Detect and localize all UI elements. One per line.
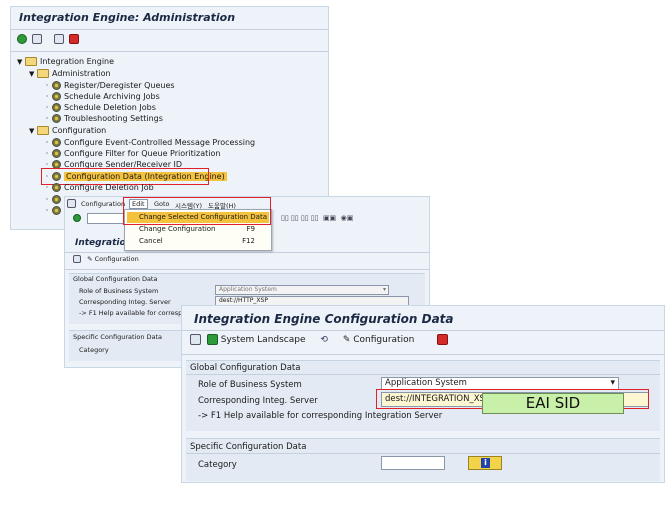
tree-item[interactable]: · Schedule Deletion Jobs [45, 102, 156, 113]
tree-item-label: Integration Engine [40, 57, 115, 66]
middle-help-text: -> F1 Help available for correspondi [79, 309, 197, 317]
tree-item[interactable]: · Schedule Archiving Jobs [45, 91, 160, 102]
front-global-title: Global Configuration Data [190, 363, 301, 373]
front-server-label: Corresponding Integ. Server [198, 396, 318, 406]
execute-icon [52, 183, 61, 192]
folder-icon [37, 69, 49, 78]
tree-item-label: Schedule Deletion Jobs [64, 103, 156, 112]
execute-icon [52, 206, 61, 215]
middle-configuration-button[interactable]: Configuration [95, 255, 139, 263]
front-category-input[interactable] [381, 456, 445, 470]
front-help-text: -> F1 Help available for corresponding I… [198, 411, 443, 421]
help-icon[interactable] [437, 334, 449, 345]
front-specific-title: Specific Configuration Data [190, 442, 307, 452]
tree-item[interactable]: · Register/Deregister Queues [45, 80, 175, 91]
system-landscape-icon [206, 334, 218, 345]
variant-icon[interactable] [31, 34, 42, 44]
layout-icon[interactable] [54, 34, 65, 44]
command-field[interactable] [87, 213, 125, 224]
menu-icon[interactable] [67, 199, 76, 208]
refresh-icon[interactable]: ⟲ [320, 335, 328, 345]
tree-item[interactable]: · Configure Event-Controlled Message Proc… [45, 137, 255, 148]
middle-role-select[interactable]: Application System ▾ [215, 285, 389, 295]
chevron-down-icon: ▾ [610, 378, 615, 388]
eai-sid-callout: EAI SID [482, 393, 624, 414]
tree-item-partial[interactable]: · [45, 205, 64, 216]
expand-toggle-icon[interactable]: ▼ [29, 69, 37, 80]
tree-item[interactable]: · Troubleshooting Settings [45, 113, 163, 124]
system-landscape-button[interactable]: System Landscape [221, 335, 306, 345]
pencil-icon: ✎ [87, 255, 93, 263]
tree-item[interactable]: ▼ Administration [29, 68, 111, 79]
execute-icon [52, 138, 61, 147]
tree-item-label: Administration [52, 69, 111, 78]
menu-item-change-configuration[interactable]: Change Configuration F9 [127, 224, 269, 235]
tree-item[interactable]: · Configure Deletion Job [45, 182, 154, 193]
expand-toggle-icon[interactable]: ▼ [29, 126, 37, 137]
folder-icon [25, 57, 37, 66]
execute-icon [52, 103, 61, 112]
landscape-icon[interactable] [73, 255, 81, 263]
tree-item-label: Configure Deletion Job [64, 183, 154, 192]
enter-icon[interactable] [73, 214, 81, 222]
tree-item[interactable]: ▼ Integration Engine [17, 56, 114, 67]
execute-icon [52, 195, 61, 204]
admin-toolbar [17, 34, 79, 48]
front-window-title: Integration Engine Configuration Data [194, 312, 454, 326]
eai-sid-label: EAI SID [525, 394, 581, 412]
tree-item-label: Schedule Archiving Jobs [64, 92, 160, 101]
execute-icon [52, 114, 61, 123]
edit-menu-highlight [123, 197, 271, 225]
front-configuration-button[interactable]: Configuration [353, 335, 414, 345]
menu-item-cancel[interactable]: Cancel F12 [127, 236, 269, 247]
tree-item-label: Configuration [52, 126, 107, 135]
tree-item-label: Troubleshooting Settings [64, 114, 163, 123]
middle-server-label: Corresponding Integ. Server [79, 298, 171, 306]
expand-toggle-icon[interactable]: ▼ [17, 57, 25, 68]
landscape-icon[interactable] [190, 334, 201, 345]
info-icon[interactable]: i [468, 456, 502, 470]
folder-icon [37, 126, 49, 135]
chevron-down-icon: ▾ [382, 286, 386, 293]
tree-item-label: Register/Deregister Queues [64, 81, 175, 90]
execute-icon[interactable] [17, 34, 27, 44]
execute-icon [52, 81, 61, 90]
front-toolbar: System Landscape ⟲ ✎ Configuration [190, 334, 449, 350]
front-role-label: Role of Business System [198, 380, 302, 390]
tree-item-partial[interactable]: · [45, 194, 64, 205]
pencil-icon: ✎ [342, 335, 351, 345]
admin-window-title: Integration Engine: Administration [19, 11, 236, 24]
middle-category-label: Category [79, 346, 109, 354]
tree-item[interactable]: · Configure Filter for Queue Prioritizati… [45, 148, 220, 159]
help-icon[interactable] [68, 34, 79, 44]
middle-window-title: Integratio [75, 238, 126, 248]
middle-specific-title: Specific Configuration Data [73, 333, 163, 341]
middle-app-toolbar: ✎ Configuration [73, 255, 139, 263]
execute-icon [52, 92, 61, 101]
tree-item-label: Configure Filter for Queue Prioritizatio… [64, 149, 221, 158]
middle-global-title: Global Configuration Data [73, 275, 158, 283]
execute-icon [52, 149, 61, 158]
toolbar-icons: ▯▯ ▯▯ ▯▯ ▯▯ ▣▣ ◉▣ [281, 214, 354, 222]
tree-item-label: Configure Event-Controlled Message Proce… [64, 138, 256, 147]
menu-configuration[interactable]: Configuration [81, 200, 125, 208]
middle-role-label: Role of Business System [79, 287, 159, 295]
tree-item[interactable]: ▼ Configuration [29, 125, 106, 136]
front-category-label: Category [198, 460, 237, 470]
